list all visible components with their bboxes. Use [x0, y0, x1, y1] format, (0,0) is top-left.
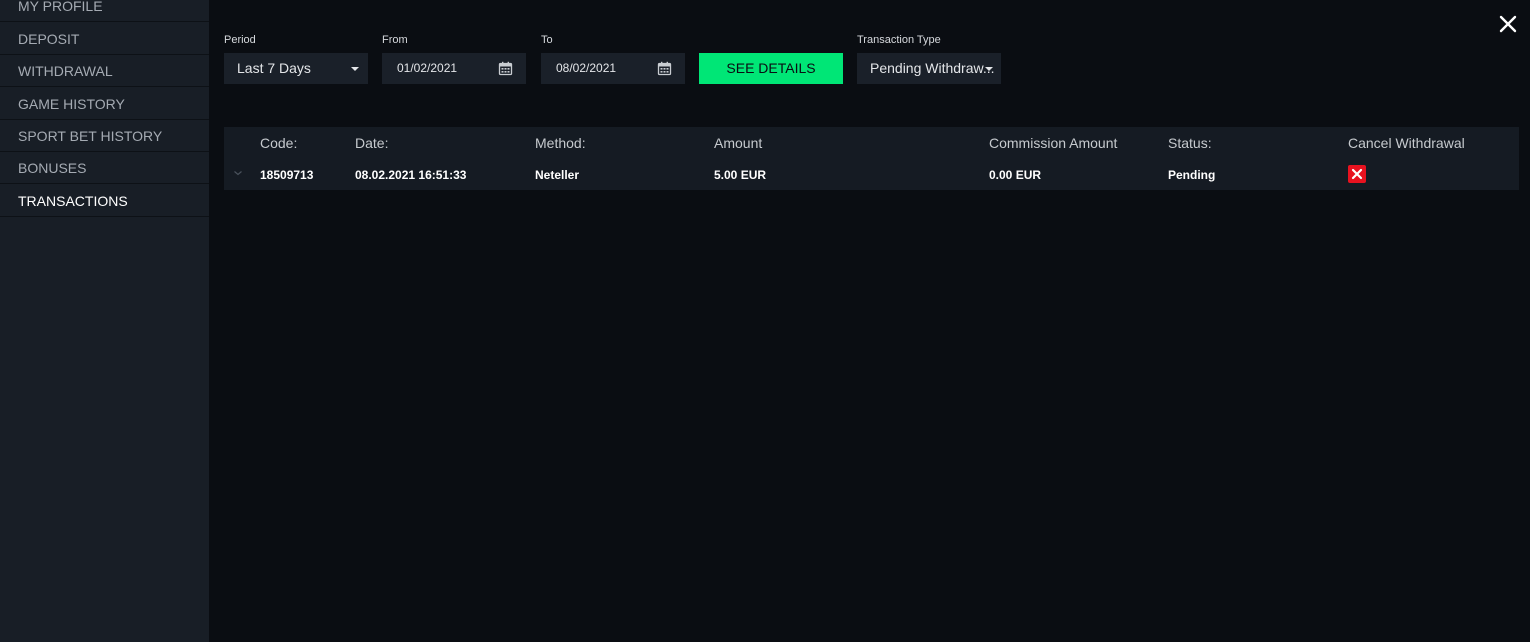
- transaction-type-label: Transaction Type: [857, 34, 941, 46]
- period-select[interactable]: Last 7 Days: [224, 53, 368, 84]
- transactions-panel: Period From To Transaction Type Last 7 D…: [209, 0, 1530, 642]
- to-label: To: [541, 34, 553, 46]
- cell-status: Pending: [1168, 168, 1216, 182]
- header-cancel-withdrawal: Cancel Withdrawal: [1348, 135, 1465, 151]
- transaction-type-select[interactable]: Pending Withdraw...: [857, 53, 1001, 84]
- period-select-value: Last 7 Days: [237, 60, 311, 76]
- sidebar: MY PROFILE DEPOSIT WITHDRAWAL GAME HISTO…: [0, 0, 209, 642]
- cancel-x-icon: [1351, 168, 1363, 180]
- header-code: Code:: [260, 135, 298, 151]
- to-date-input[interactable]: 08/02/2021: [541, 53, 685, 84]
- header-status: Status:: [1168, 135, 1212, 151]
- caret-down-icon: [351, 67, 359, 71]
- sidebar-item-bonuses[interactable]: BONUSES: [0, 152, 209, 184]
- period-label: Period: [224, 34, 256, 46]
- cell-method: Neteller: [535, 168, 580, 182]
- chevron-down-icon: [234, 171, 242, 176]
- close-button[interactable]: [1496, 12, 1520, 36]
- header-commission-amount: Commission Amount: [989, 135, 1118, 151]
- cell-commission-amount: 0.00 EUR: [989, 168, 1042, 182]
- close-icon: [1499, 15, 1517, 33]
- transaction-type-value: Pending Withdraw...: [870, 60, 995, 76]
- sidebar-item-sport-bet-history[interactable]: SPORT BET HISTORY: [0, 120, 209, 152]
- from-date-value: 01/02/2021: [397, 61, 458, 75]
- header-amount: Amount: [714, 135, 763, 151]
- header-date: Date:: [355, 135, 389, 151]
- sidebar-item-transactions[interactable]: TRANSACTIONS: [0, 185, 209, 217]
- from-label: From: [382, 34, 408, 46]
- sidebar-item-my-profile[interactable]: MY PROFILE: [0, 0, 209, 22]
- to-date-value: 08/02/2021: [556, 61, 617, 75]
- cell-date: 08.02.2021 16:51:33: [355, 168, 467, 182]
- from-date-input[interactable]: 01/02/2021: [382, 53, 526, 84]
- sidebar-item-withdrawal[interactable]: WITHDRAWAL: [0, 55, 209, 87]
- calendar-icon[interactable]: [498, 61, 513, 76]
- calendar-icon[interactable]: [657, 61, 672, 76]
- cell-amount: 5.00 EUR: [714, 168, 767, 182]
- row-expand-toggle[interactable]: [233, 169, 243, 177]
- sidebar-item-deposit[interactable]: DEPOSIT: [0, 23, 209, 55]
- cancel-withdrawal-button[interactable]: [1348, 165, 1366, 183]
- app-root: MY PROFILE DEPOSIT WITHDRAWAL GAME HISTO…: [0, 0, 1530, 642]
- caret-down-icon: [985, 67, 993, 71]
- sidebar-item-game-history[interactable]: GAME HISTORY: [0, 88, 209, 120]
- see-details-button[interactable]: SEE DETAILS: [699, 53, 843, 84]
- transactions-table: Code: Date: Method: Amount Commission Am…: [224, 127, 1519, 190]
- header-method: Method:: [535, 135, 586, 151]
- cell-code: 18509713: [260, 168, 314, 182]
